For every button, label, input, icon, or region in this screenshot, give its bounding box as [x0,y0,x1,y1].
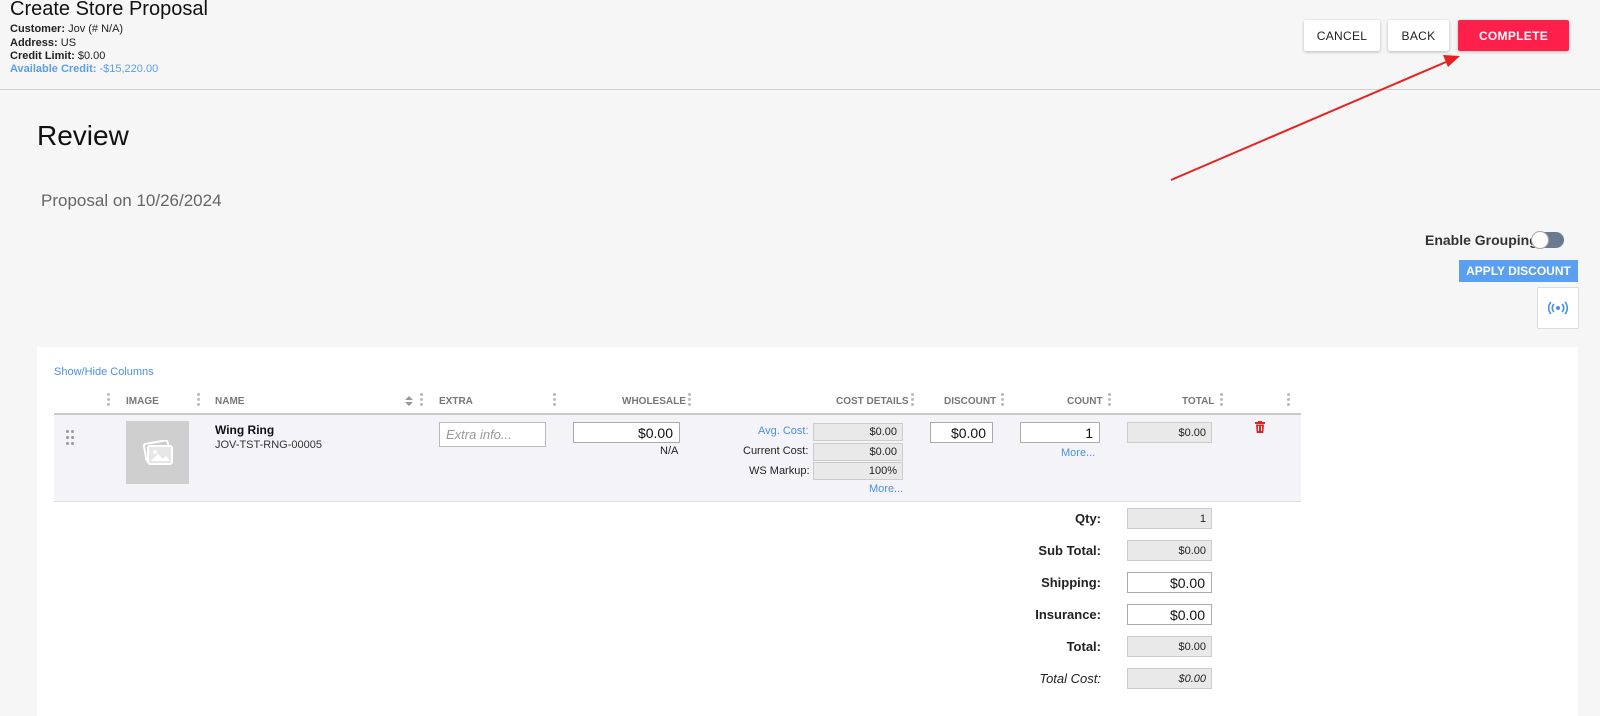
customer-value: Jov (# N/A) [68,23,124,35]
available-credit-label: Available Credit: [10,63,97,75]
column-header-discount: DISCOUNT [944,396,997,407]
show-hide-columns-link[interactable]: Show/Hide Columns [54,366,154,378]
column-header-image: IMAGE [126,396,159,407]
column-menu-icon[interactable] [1001,393,1005,409]
page-title: Create Store Proposal [10,0,208,20]
extra-info-input[interactable] [439,422,546,447]
total-value: $0.00 [1127,636,1212,657]
total-cost-value: $0.00 [1127,668,1212,689]
cost-more-link[interactable]: More... [869,483,903,495]
wholesale-sub: N/A [660,445,679,457]
drag-handle-icon[interactable] [66,430,76,446]
credit-limit-info: Credit Limit: $0.00 [10,50,105,63]
enable-grouping-toggle[interactable] [1531,231,1564,249]
qty-label: Qty: [1075,511,1101,526]
column-header-count: COUNT [1067,396,1103,407]
address-info: Address: US [10,37,76,50]
current-cost-label: Current Cost: [743,445,809,457]
column-header-total: TOTAL [1182,396,1215,407]
credit-limit-value: $0.00 [77,50,106,62]
sort-icon[interactable] [405,396,413,406]
column-menu-icon[interactable] [107,393,111,409]
total-cost-label: Total Cost: [1039,671,1101,686]
available-credit-info: Available Credit: -$15,220.00 [10,63,158,76]
wholesale-input[interactable] [573,422,680,443]
insurance-label: Insurance: [1035,607,1101,622]
cancel-button[interactable]: CANCEL [1304,20,1380,51]
available-credit-value: -$15,220.00 [99,63,159,75]
current-cost-value: $0.00 [813,443,903,461]
column-header-name[interactable]: NAME [215,396,244,407]
delete-icon[interactable] [1255,421,1265,433]
image-icon [142,439,173,465]
total-label: Total: [1066,639,1101,654]
credit-limit-label: Credit Limit: [10,50,75,62]
address-value: US [60,37,77,49]
row-total-value: $0.00 [1127,422,1212,443]
column-menu-icon[interactable] [1108,393,1112,409]
items-panel [37,347,1578,716]
customer-info: Customer: Jov (# N/A) [10,23,123,36]
avg-cost-value: $0.00 [813,423,903,441]
insurance-input[interactable] [1127,604,1212,625]
product-image-placeholder [126,421,189,484]
broadcast-button[interactable] [1537,287,1579,329]
avg-cost-link[interactable]: Avg. Cost: [758,425,809,437]
shipping-label: Shipping: [1041,575,1101,590]
ws-markup-label: WS Markup: [749,465,810,477]
toggle-knob [1531,231,1549,249]
address-label: Address: [10,37,58,49]
apply-discount-button[interactable]: APPLY DISCOUNT [1459,260,1578,282]
column-header-extra: EXTRA [439,396,473,407]
qty-value: 1 [1127,508,1212,529]
column-menu-icon[interactable] [197,393,201,409]
column-menu-icon[interactable] [911,393,915,409]
column-menu-icon[interactable] [420,393,424,409]
review-heading: Review [37,120,129,151]
complete-button[interactable]: COMPLETE [1458,20,1569,51]
item-name: Wing Ring [215,423,275,437]
item-sku: JOV-TST-RNG-00005 [215,439,322,451]
subtotal-value: $0.00 [1127,540,1212,561]
subtotal-label: Sub Total: [1038,543,1101,558]
discount-input[interactable] [930,422,993,443]
count-input[interactable] [1020,422,1100,443]
column-menu-icon[interactable] [553,393,557,409]
column-header-wholesale: WHOLESALE [622,396,686,407]
enable-grouping-label: Enable Grouping [1425,232,1538,248]
column-menu-icon[interactable] [688,393,692,409]
customer-label: Customer: [10,23,66,35]
column-menu-icon[interactable] [1287,393,1291,409]
count-more-link[interactable]: More... [1061,447,1095,459]
ws-markup-value: 100% [813,462,903,480]
back-button[interactable]: BACK [1388,20,1449,51]
column-menu-icon[interactable] [1220,393,1224,409]
proposal-date: Proposal on 10/26/2024 [41,191,222,210]
shipping-input[interactable] [1127,572,1212,593]
broadcast-icon [1547,301,1569,315]
column-header-cost-details: COST DETAILS [836,396,909,407]
